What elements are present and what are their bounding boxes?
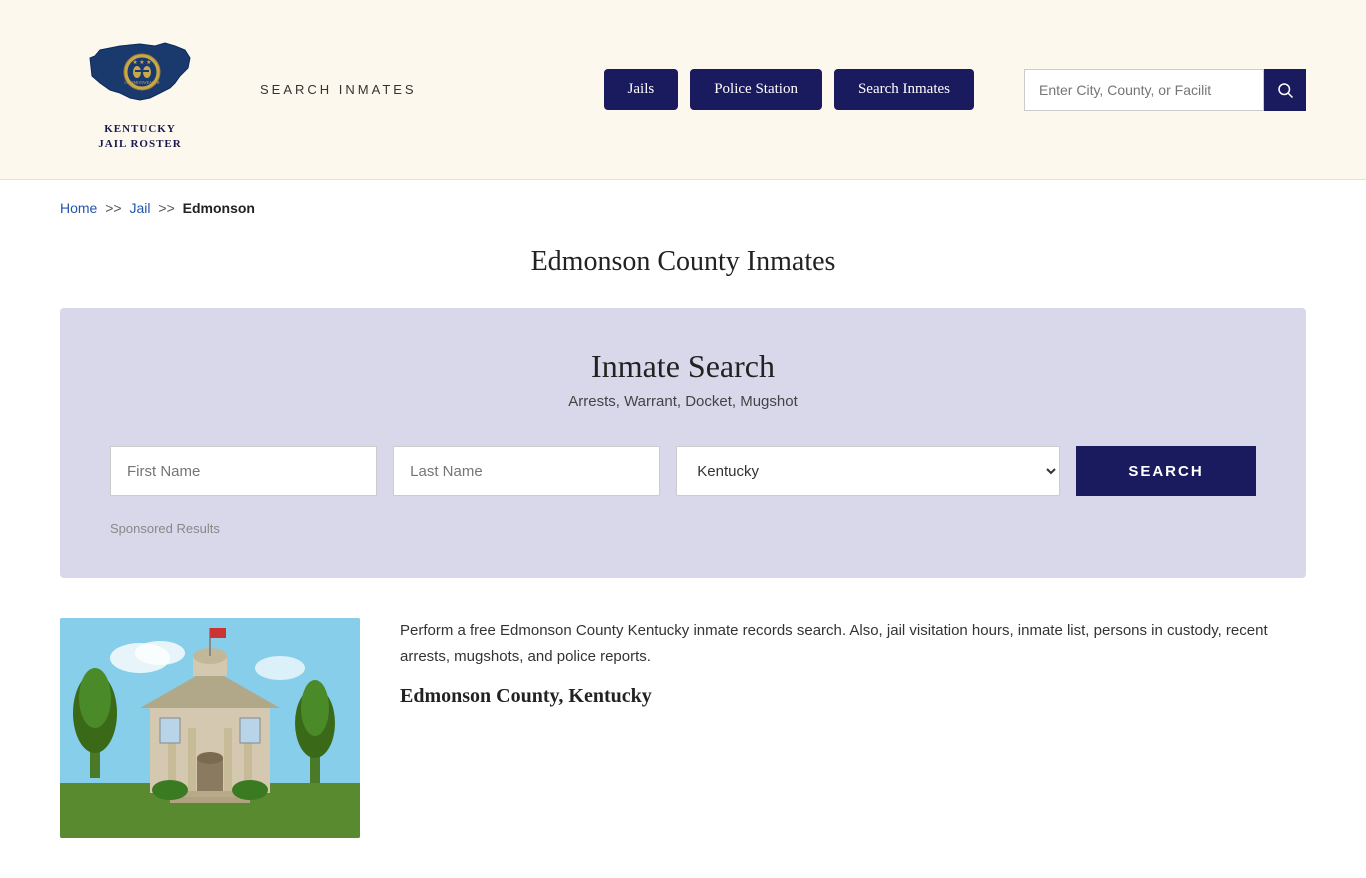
header-search-input[interactable] bbox=[1024, 69, 1264, 111]
content-image bbox=[60, 618, 360, 838]
content-text-area: Perform a free Edmonson County Kentucky … bbox=[400, 618, 1306, 708]
logo-area: ★ ★ ★ COMMONWEALTH KENTUCKY JAIL ROSTER bbox=[60, 28, 220, 151]
site-title: SEARCH INMATES bbox=[260, 82, 417, 97]
breadcrumb-sep1: >> bbox=[105, 200, 121, 216]
first-name-input[interactable] bbox=[110, 446, 377, 496]
svg-text:COMMONWEALTH: COMMONWEALTH bbox=[125, 80, 160, 85]
last-name-input[interactable] bbox=[393, 446, 660, 496]
breadcrumb-area: Home >> Jail >> Edmonson bbox=[0, 180, 1366, 236]
search-icon bbox=[1276, 81, 1294, 99]
inmate-search-subtitle: Arrests, Warrant, Docket, Mugshot bbox=[110, 393, 1256, 410]
header-search-bar bbox=[1024, 69, 1306, 111]
logo-image: ★ ★ ★ COMMONWEALTH bbox=[80, 28, 200, 118]
inmate-search-title: Inmate Search bbox=[110, 348, 1256, 385]
page-title-area: Edmonson County Inmates bbox=[0, 236, 1366, 308]
jails-button[interactable]: Jails bbox=[604, 69, 679, 110]
content-sub-heading: Edmonson County, Kentucky bbox=[400, 685, 1306, 708]
inmate-search-panel: Inmate Search Arrests, Warrant, Docket, … bbox=[60, 308, 1306, 578]
breadcrumb-current: Edmonson bbox=[183, 200, 255, 216]
breadcrumb-sep2: >> bbox=[158, 200, 174, 216]
main-nav: Jails Police Station Search Inmates bbox=[604, 69, 974, 110]
content-description: Perform a free Edmonson County Kentucky … bbox=[400, 618, 1306, 669]
police-station-button[interactable]: Police Station bbox=[690, 69, 822, 110]
state-select[interactable]: AlabamaAlaskaArizonaArkansasCaliforniaCo… bbox=[676, 446, 1060, 496]
page-title: Edmonson County Inmates bbox=[60, 246, 1306, 278]
site-header: ★ ★ ★ COMMONWEALTH KENTUCKY JAIL ROSTER … bbox=[0, 0, 1366, 180]
content-section: Perform a free Edmonson County Kentucky … bbox=[0, 578, 1366, 878]
inmate-search-button[interactable]: SEARCH bbox=[1076, 446, 1256, 496]
breadcrumb: Home >> Jail >> Edmonson bbox=[60, 200, 1306, 216]
logo-text: KENTUCKY JAIL ROSTER bbox=[98, 122, 181, 151]
search-inmates-button[interactable]: Search Inmates bbox=[834, 69, 974, 110]
header-search-button[interactable] bbox=[1264, 69, 1306, 111]
breadcrumb-home[interactable]: Home bbox=[60, 200, 97, 216]
svg-text:★ ★ ★: ★ ★ ★ bbox=[132, 59, 151, 66]
search-form-row: AlabamaAlaskaArizonaArkansasCaliforniaCo… bbox=[110, 446, 1256, 496]
sponsored-label: Sponsored Results bbox=[110, 520, 1256, 538]
breadcrumb-jail[interactable]: Jail bbox=[130, 200, 151, 216]
